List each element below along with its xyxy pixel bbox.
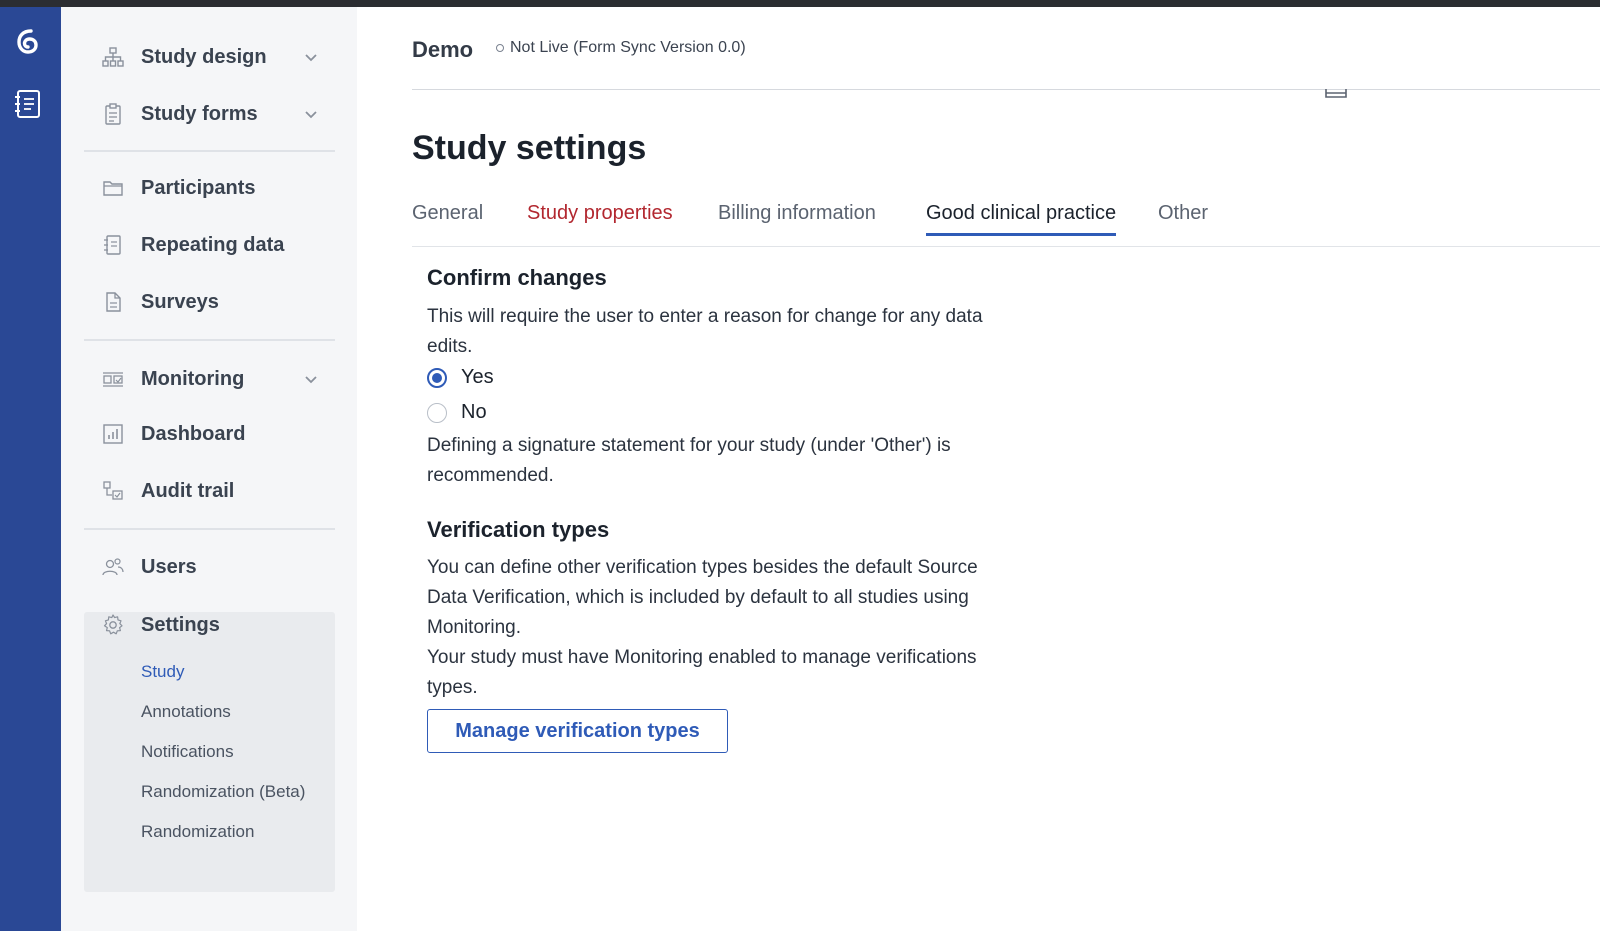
folder-icon <box>100 175 126 201</box>
live-status: Not Live (Form Sync Version 0.0) <box>496 39 746 57</box>
survey-icon <box>100 289 126 315</box>
sidebar-item-label: Participants <box>141 176 256 199</box>
sidebar-item-label: Users <box>141 555 197 578</box>
tab-other[interactable]: Other <box>1158 202 1208 233</box>
gear-icon <box>100 612 126 638</box>
users-icon <box>100 554 126 580</box>
app-rail <box>0 7 61 931</box>
sitemap-icon <box>100 44 126 70</box>
sidebar-item-monitoring[interactable]: Monitoring <box>100 361 335 397</box>
sidebar-item-label: Settings <box>141 613 220 636</box>
header-divider <box>412 89 1600 90</box>
form-icon <box>100 101 126 127</box>
sidebar-item-dashboard[interactable]: Dashboard <box>100 416 335 452</box>
sidebar-item-settings[interactable]: Settings <box>100 607 335 643</box>
settings-sub-study[interactable]: Study <box>141 662 184 682</box>
sidebar-item-label: Study forms <box>141 102 258 125</box>
verification-types-title: Verification types <box>427 517 610 542</box>
audit-icon <box>100 478 126 504</box>
radio-no-control[interactable] <box>427 402 447 423</box>
study-name: Demo <box>412 37 474 62</box>
sidebar-item-participants[interactable]: Participants <box>100 170 335 206</box>
settings-tabs: General Study properties Billing informa… <box>412 202 1600 247</box>
tab-general[interactable]: General <box>412 202 483 233</box>
page-title: Study settings <box>412 129 647 167</box>
radio-no-label: No <box>461 401 487 423</box>
tab-study-properties[interactable]: Study properties <box>527 202 673 233</box>
signature-note: Defining a signature statement for your … <box>427 435 951 486</box>
sidebar-item-users[interactable]: Users <box>100 549 335 585</box>
chart-icon <box>100 421 126 447</box>
sidebar-item-study-design[interactable]: Study design <box>100 39 335 75</box>
sidebar: Study design Study forms Participants Re… <box>61 7 357 931</box>
sidebar-item-label: Dashboard <box>141 422 246 445</box>
confirm-changes-title: Confirm changes <box>427 265 607 290</box>
sidebar-divider <box>84 339 335 341</box>
status-dot-icon <box>496 44 504 52</box>
sidebar-divider <box>84 150 335 152</box>
window-top-bar <box>0 0 1600 7</box>
confirm-changes-description: This will require the user to enter a re… <box>427 306 983 357</box>
manage-verification-types-button[interactable]: Manage verification types <box>427 709 728 753</box>
app-logo-icon[interactable] <box>11 25 45 59</box>
radio-no[interactable]: No <box>427 401 487 424</box>
chevron-down-icon[interactable] <box>303 371 319 387</box>
sidebar-item-label: Audit trail <box>141 479 235 502</box>
radio-yes-control[interactable] <box>427 367 447 388</box>
sidebar-divider <box>84 528 335 530</box>
status-text: Not Live (Form Sync Version 0.0) <box>510 39 746 56</box>
radio-yes-label: Yes <box>461 366 494 388</box>
radio-yes[interactable]: Yes <box>427 366 494 389</box>
chevron-down-icon[interactable] <box>303 49 319 65</box>
settings-sub-annotations[interactable]: Annotations <box>141 702 231 722</box>
notebook-icon[interactable] <box>11 87 45 121</box>
chevron-down-icon[interactable] <box>303 106 319 122</box>
verification-description: You can define other verification types … <box>427 557 978 638</box>
monitoring-icon <box>100 366 126 392</box>
settings-sub-notifications[interactable]: Notifications <box>141 742 234 762</box>
tab-good-clinical-practice[interactable]: Good clinical practice <box>926 202 1117 236</box>
verification-note: Your study must have Monitoring enabled … <box>427 647 977 698</box>
main-content: Demo Not Live (Form Sync Version 0.0) St… <box>357 7 1600 931</box>
sidebar-item-label: Repeating data <box>141 233 285 256</box>
sidebar-item-label: Study design <box>141 45 267 68</box>
sidebar-item-audit-trail[interactable]: Audit trail <box>100 473 335 509</box>
settings-sub-randomization[interactable]: Randomization <box>141 822 254 842</box>
list-icon <box>100 232 126 258</box>
sidebar-item-study-forms[interactable]: Study forms <box>100 96 335 132</box>
settings-sub-randomization-beta[interactable]: Randomization (Beta) <box>141 782 305 802</box>
sidebar-item-repeating-data[interactable]: Repeating data <box>100 227 335 263</box>
panel-toggle-icon[interactable] <box>1325 89 1347 99</box>
tab-billing-information[interactable]: Billing information <box>718 202 876 233</box>
sidebar-item-label: Surveys <box>141 290 219 313</box>
sidebar-item-surveys[interactable]: Surveys <box>100 284 335 320</box>
sidebar-item-label: Monitoring <box>141 367 245 390</box>
